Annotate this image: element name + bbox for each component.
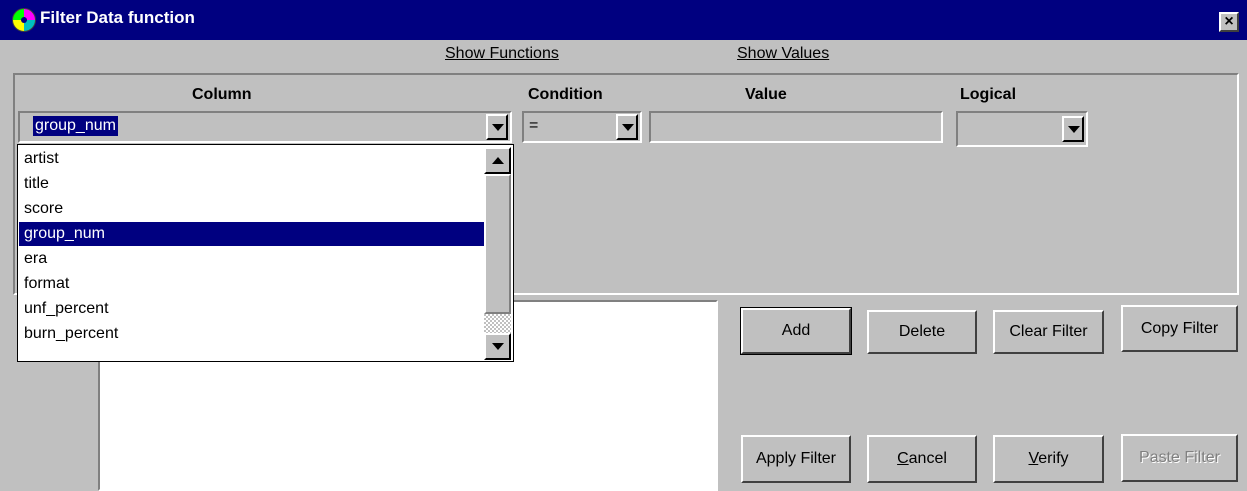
apply-filter-button[interactable]: Apply Filter <box>741 435 851 483</box>
list-scrollbar[interactable] <box>484 147 511 360</box>
list-item[interactable]: burn_percent <box>24 322 494 346</box>
logical-dropdown-arrow-icon[interactable] <box>1062 116 1084 142</box>
scroll-down-arrow-icon[interactable] <box>484 333 511 360</box>
condition-dropdown-arrow-icon[interactable] <box>616 114 638 140</box>
scrollbar-track[interactable] <box>484 314 511 333</box>
scroll-up-arrow-icon[interactable] <box>484 147 511 174</box>
cancel-accelerator: C <box>897 450 909 467</box>
verify-accelerator: V <box>1028 450 1039 467</box>
verify-button[interactable]: Verify <box>993 435 1104 483</box>
cancel-button[interactable]: Cancel <box>867 435 977 483</box>
column-dropdown-arrow-icon[interactable] <box>486 114 508 140</box>
value-header: Value <box>745 86 787 103</box>
clear-filter-button[interactable]: Clear Filter <box>993 310 1104 354</box>
list-item[interactable]: artist <box>24 147 494 171</box>
list-item[interactable]: era <box>24 247 494 271</box>
list-item-selected[interactable]: group_num <box>19 222 490 246</box>
show-functions-link[interactable]: Show Functions <box>445 45 559 63</box>
logical-header: Logical <box>960 86 1017 103</box>
add-button[interactable]: Add <box>740 307 852 355</box>
verify-label-rest: erify <box>1038 450 1069 467</box>
list-item[interactable]: title <box>24 172 494 196</box>
close-button[interactable]: × <box>1219 12 1239 32</box>
value-input[interactable] <box>649 111 943 143</box>
column-dropdown-list[interactable]: artist title score group_num era format … <box>17 144 514 362</box>
cancel-label-rest: ancel <box>908 450 947 467</box>
app-icon <box>12 8 36 32</box>
show-values-link[interactable]: Show Values <box>737 45 829 63</box>
column-selected-value: group_num <box>33 116 118 136</box>
list-item[interactable]: unf_percent <box>24 297 494 321</box>
list-item[interactable]: format <box>24 272 494 296</box>
scrollbar-thumb[interactable] <box>484 174 511 314</box>
copy-filter-button[interactable]: Copy Filter <box>1121 305 1238 352</box>
delete-button[interactable]: Delete <box>867 310 977 354</box>
condition-selected-value: = <box>529 117 539 134</box>
column-header: Column <box>192 86 252 103</box>
list-item[interactable]: score <box>24 197 494 221</box>
condition-header: Condition <box>528 86 603 103</box>
paste-filter-button[interactable]: Paste Filter <box>1121 434 1238 482</box>
window-title: Filter Data function <box>40 8 195 27</box>
